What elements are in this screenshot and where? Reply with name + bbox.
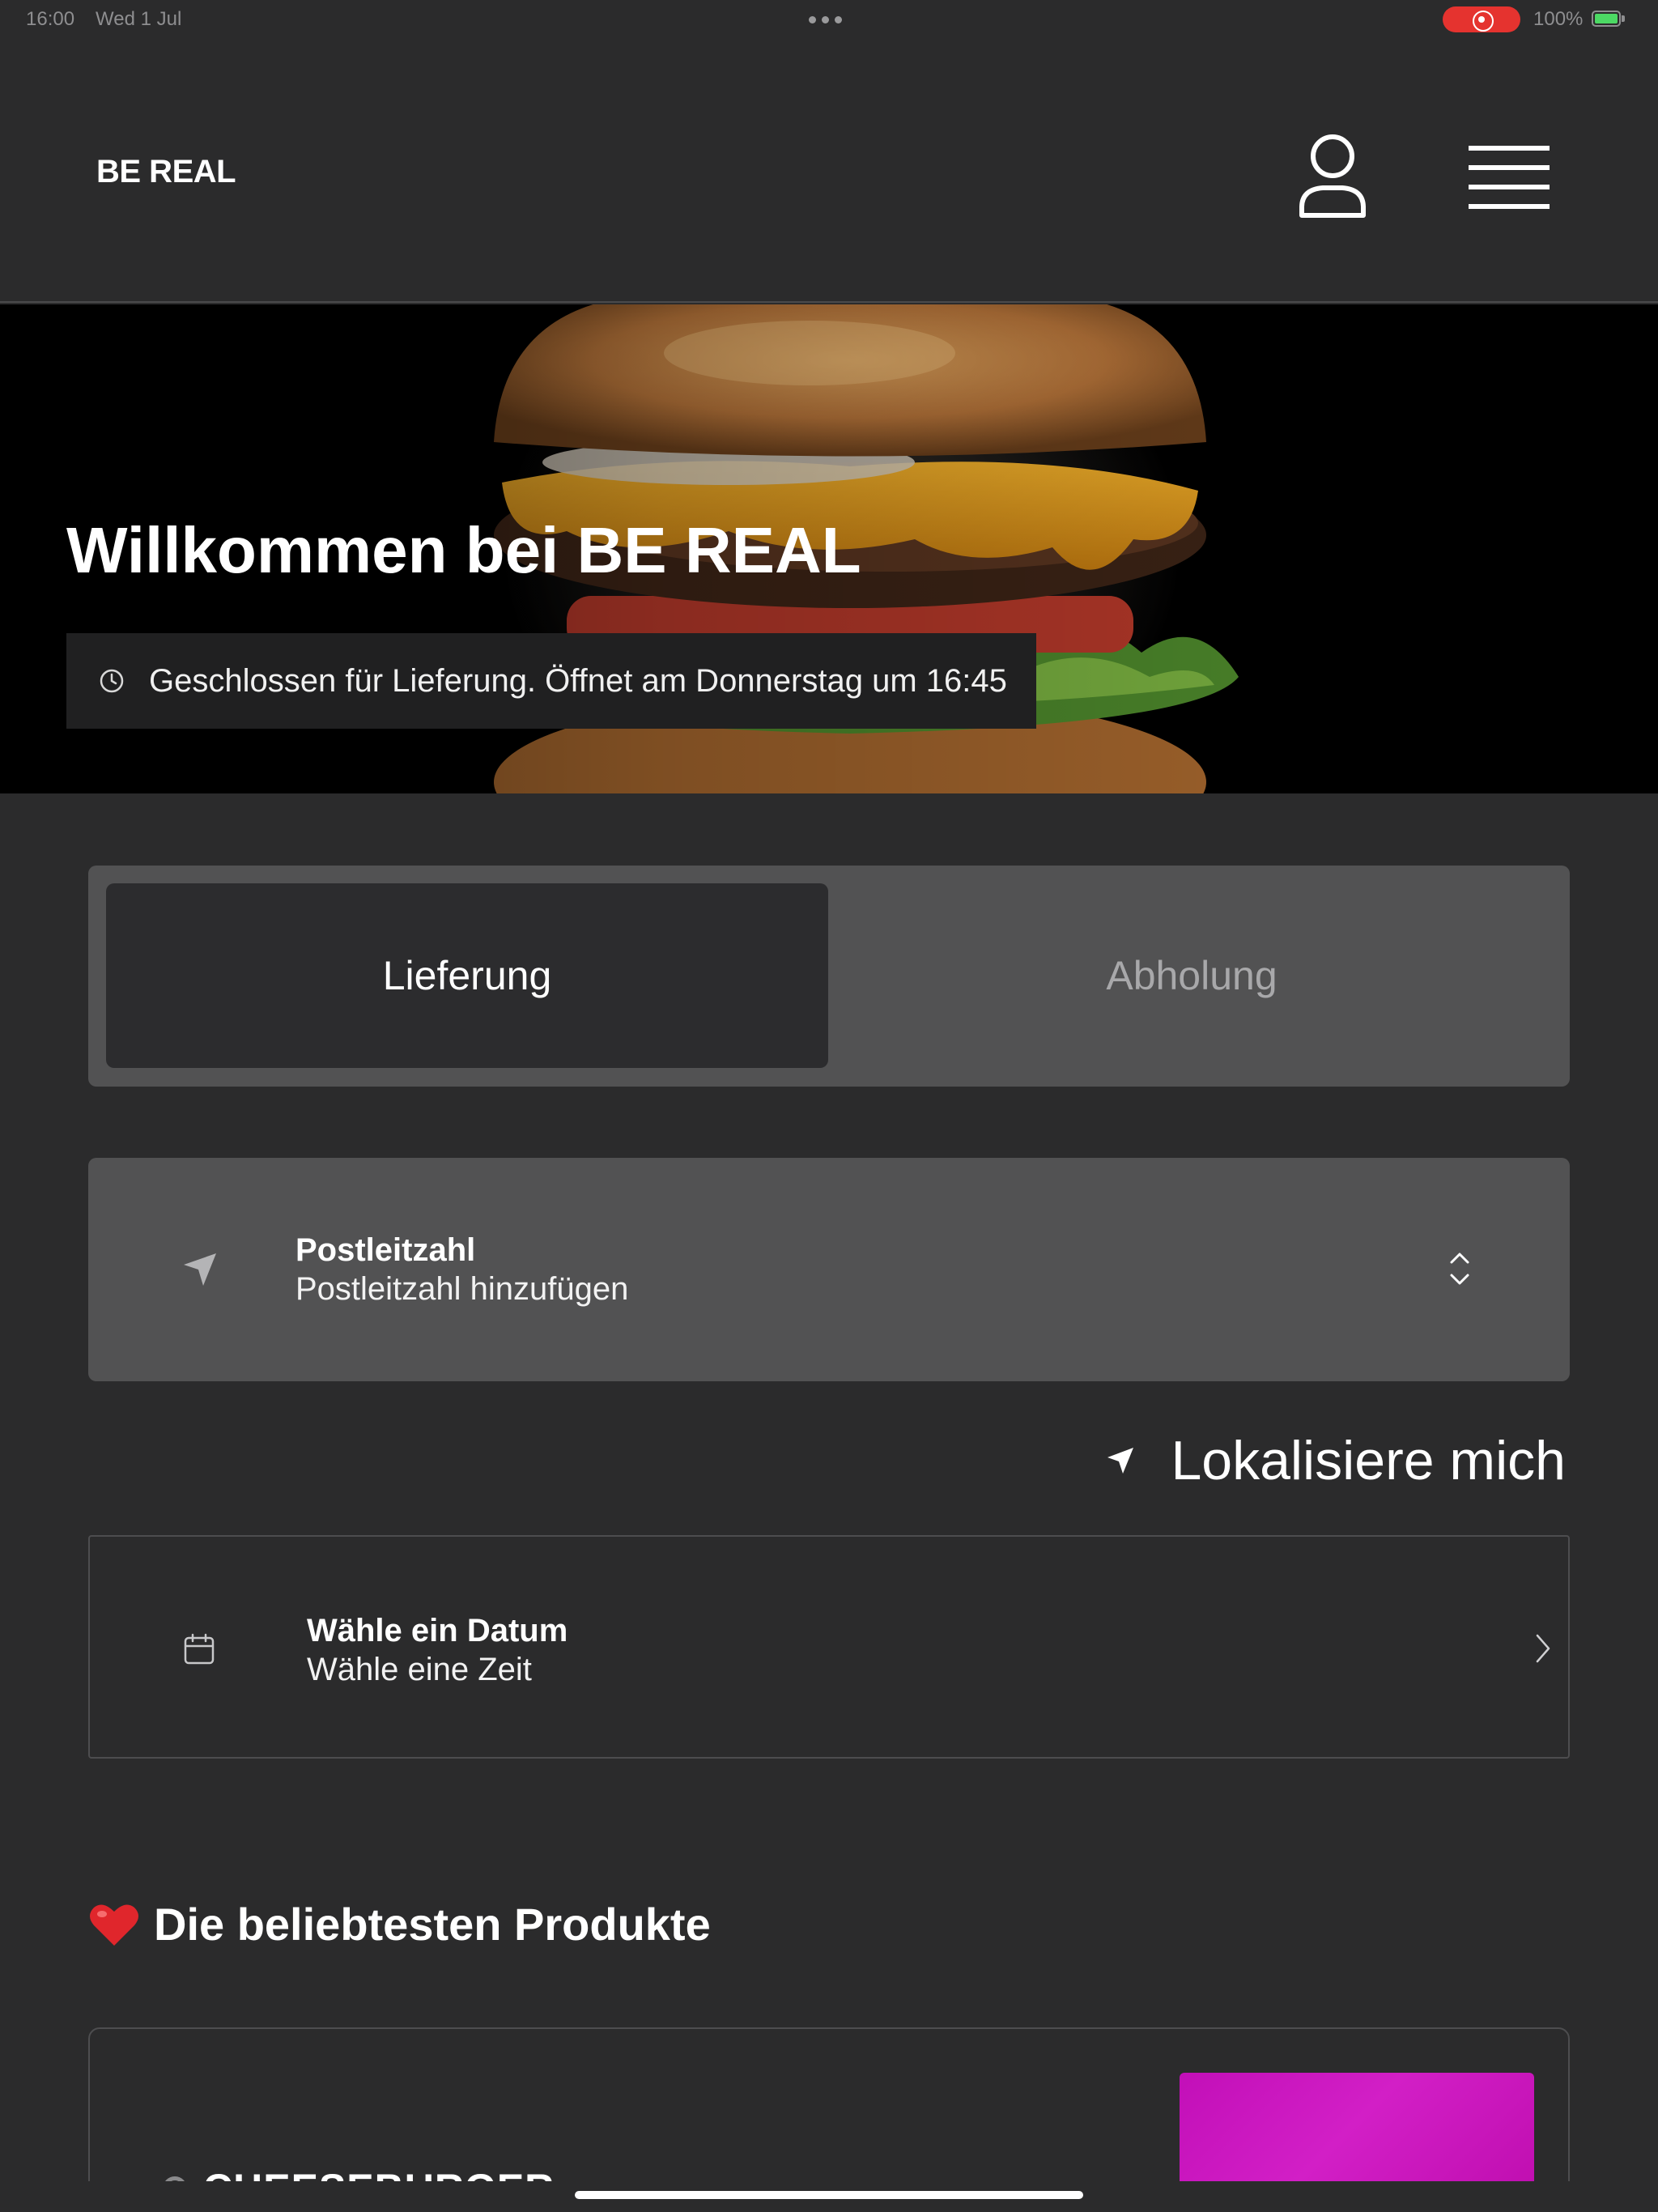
brand-logo[interactable]: BE REAL xyxy=(96,154,236,190)
localize-me-button[interactable]: Lokalisiere mich xyxy=(1104,1427,1566,1495)
tab-abholung[interactable]: Abholung xyxy=(831,883,1553,1068)
battery-icon xyxy=(1592,11,1621,27)
status-date: Wed 1 Jul xyxy=(96,8,182,30)
profile-button[interactable] xyxy=(1292,126,1373,223)
chevron-up-down-icon xyxy=(1450,1253,1469,1285)
app-header: BE REAL xyxy=(0,39,1658,303)
popular-products-heading: Die beliebtesten Produkte xyxy=(89,1898,711,1950)
time-label: Wähle eine Zeit xyxy=(307,1652,532,1687)
multitasking-dots-icon[interactable] xyxy=(809,16,842,23)
hamburger-menu-icon xyxy=(1469,146,1550,209)
home-indicator[interactable] xyxy=(575,2191,1083,2199)
status-bar: 16:00 Wed 1 Jul 100% xyxy=(0,0,1658,39)
screen-recording-icon[interactable] xyxy=(1443,6,1520,32)
order-mode-toggle: Lieferung Abholung xyxy=(88,866,1570,1087)
chevron-right-icon xyxy=(1536,1634,1550,1663)
battery-percent: 100% xyxy=(1533,8,1584,30)
location-arrow-icon xyxy=(184,1253,216,1286)
postcode-selector[interactable]: Postleitzahl Postleitzahl hinzufügen xyxy=(88,1158,1570,1381)
postcode-label: Postleitzahl xyxy=(295,1232,476,1268)
status-time: 16:00 xyxy=(26,8,75,30)
app-screen: 16:00 Wed 1 Jul 100% BE REAL Willkommen … xyxy=(0,0,1658,2212)
tab-lieferung[interactable]: Lieferung xyxy=(106,883,828,1068)
postcode-placeholder: Postleitzahl hinzufügen xyxy=(295,1271,629,1307)
opening-hours-notice: Geschlossen für Lieferung. Öffnet am Don… xyxy=(66,633,1036,729)
welcome-title: Willkommen bei BE REAL xyxy=(66,514,861,586)
opening-hours-text: Geschlossen für Lieferung. Öffnet am Don… xyxy=(149,662,1007,699)
clock-icon xyxy=(100,669,124,693)
calendar-icon xyxy=(184,1633,215,1665)
date-label: Wähle ein Datum xyxy=(307,1613,568,1648)
heart-icon xyxy=(90,1904,138,1946)
menu-button[interactable] xyxy=(1464,134,1554,215)
localize-me-label: Lokalisiere mich xyxy=(1171,1430,1566,1491)
hero-banner: Willkommen bei BE REAL Geschlossen für L… xyxy=(0,304,1658,793)
user-icon xyxy=(1299,134,1366,218)
popular-products-title: Die beliebtesten Produkte xyxy=(154,1899,711,1950)
date-time-selector[interactable]: Wähle ein Datum Wähle eine Zeit xyxy=(88,1535,1570,1759)
location-arrow-icon xyxy=(1107,1448,1134,1474)
